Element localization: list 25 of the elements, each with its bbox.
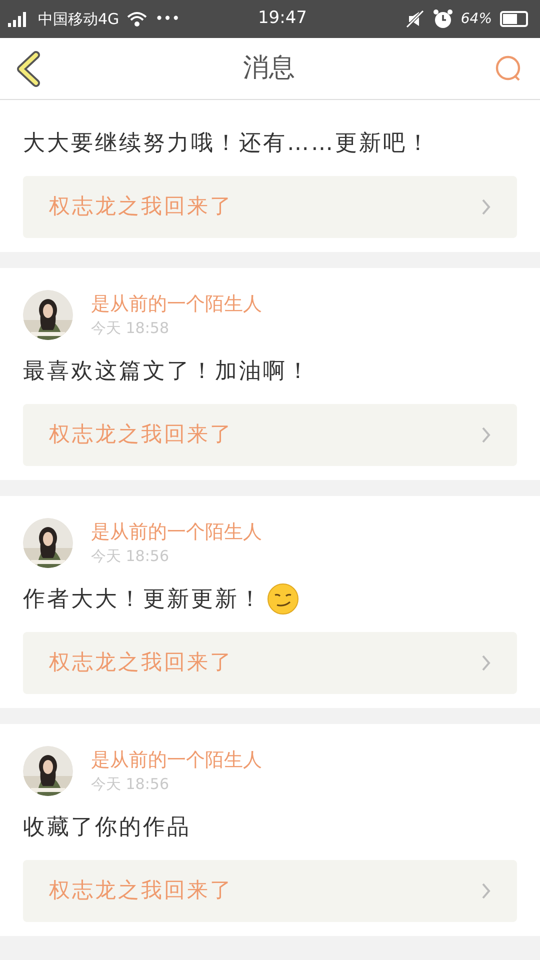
comment-text: 作者大大！更新更新！ <box>23 586 263 614</box>
page-title: 消息 <box>243 52 295 85</box>
user-name[interactable]: 是从前的一个陌生人 <box>91 291 262 317</box>
chevron-icon <box>481 198 491 216</box>
chevron-icon <box>481 882 491 900</box>
comment-text: 大大要继续努力哦！还有……更新吧！ <box>23 130 431 158</box>
work-link[interactable]: 权志龙之我回来了 <box>23 632 517 694</box>
carrier-text: 中国移动4G <box>38 8 120 30</box>
comment-text: 最喜欢这篇文了！加油啊！ <box>23 358 311 386</box>
more-indicator: ••• <box>155 10 180 28</box>
work-link[interactable]: 权志龙之我回来了 <box>23 176 517 238</box>
clock-text: 19:47 <box>258 7 307 30</box>
user-name[interactable]: 是从前的一个陌生人 <box>91 747 262 773</box>
user-name[interactable]: 是从前的一个陌生人 <box>91 519 262 545</box>
wifi-icon <box>127 11 148 27</box>
work-link[interactable]: 权志龙之我回来了 <box>23 860 517 922</box>
mute-icon <box>404 10 425 28</box>
chevron-icon <box>481 654 491 672</box>
work-link[interactable]: 权志龙之我回来了 <box>23 404 517 466</box>
alarm-icon <box>432 9 453 29</box>
chevron-icon <box>481 426 491 444</box>
smirk-face-icon <box>267 583 299 615</box>
battery-text: 64% <box>460 10 492 28</box>
battery-icon <box>500 11 528 27</box>
comment-text: 收藏了你的作品 <box>23 814 191 842</box>
